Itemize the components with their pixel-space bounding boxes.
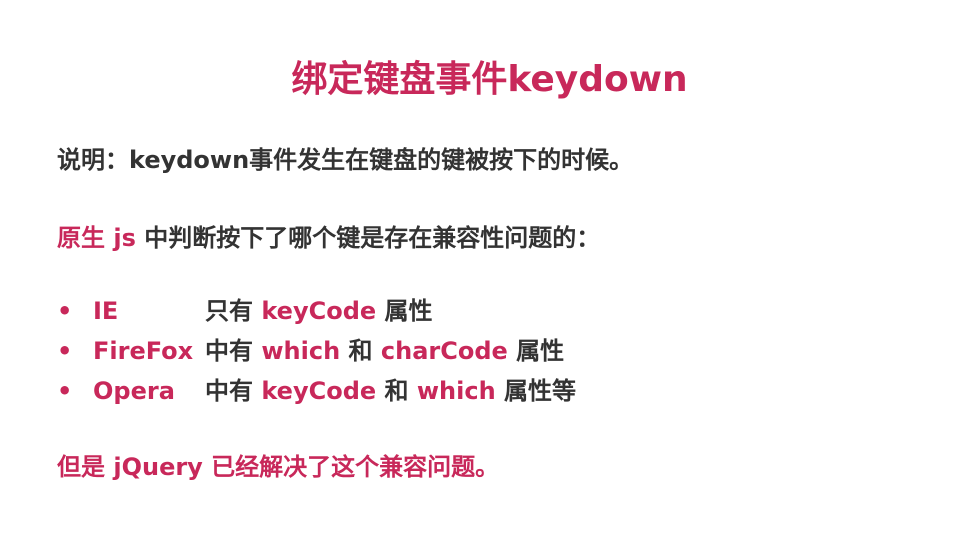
support-part: charCode [380, 337, 508, 365]
support-part: 属性等 [495, 377, 577, 405]
support-part: 属性 [376, 297, 433, 325]
browser-name: Opera [93, 377, 175, 405]
support-part: 和 [376, 377, 417, 405]
support-part: 和 [340, 337, 381, 365]
native-js-line: 原生 js 中判断按下了哪个键是存在兼容性问题的： [57, 218, 600, 253]
support-text: 中有 keyCode 和 which 属性等 [205, 371, 576, 411]
support-part: keyCode [261, 377, 377, 405]
slide-title: 绑定键盘事件keydown [291, 59, 688, 100]
native-js-label: 原生 js [57, 224, 136, 252]
support-part: 中有 [205, 377, 262, 405]
support-text: 只有 keyCode 属性 [205, 291, 433, 331]
support-part: keyCode [261, 297, 377, 325]
bullet-icon: • [57, 377, 73, 405]
bullet-icon: • [57, 297, 73, 325]
support-part: which [261, 337, 341, 365]
native-js-text: 中判断按下了哪个键是存在兼容性问题的： [135, 224, 601, 252]
support-part: which [416, 377, 496, 405]
browser-name: FireFox [93, 337, 194, 365]
browser-name: IE [93, 297, 119, 325]
bullet-icon: • [57, 337, 73, 365]
description-text: 说明：keydown事件发生在键盘的键被按下的时候。 [57, 146, 634, 174]
support-part: 属性 [507, 337, 565, 365]
slide: 绑定键盘事件keydown 说明：keydown事件发生在键盘的键被按下的时候。… [0, 0, 979, 543]
conclusion-text: 但是 jQuery 已经解决了这个兼容问题。 [57, 453, 500, 481]
support-text: 中有 which 和 charCode 属性 [205, 331, 564, 371]
support-part: 只有 [205, 297, 262, 325]
support-part: 中有 [205, 337, 262, 365]
